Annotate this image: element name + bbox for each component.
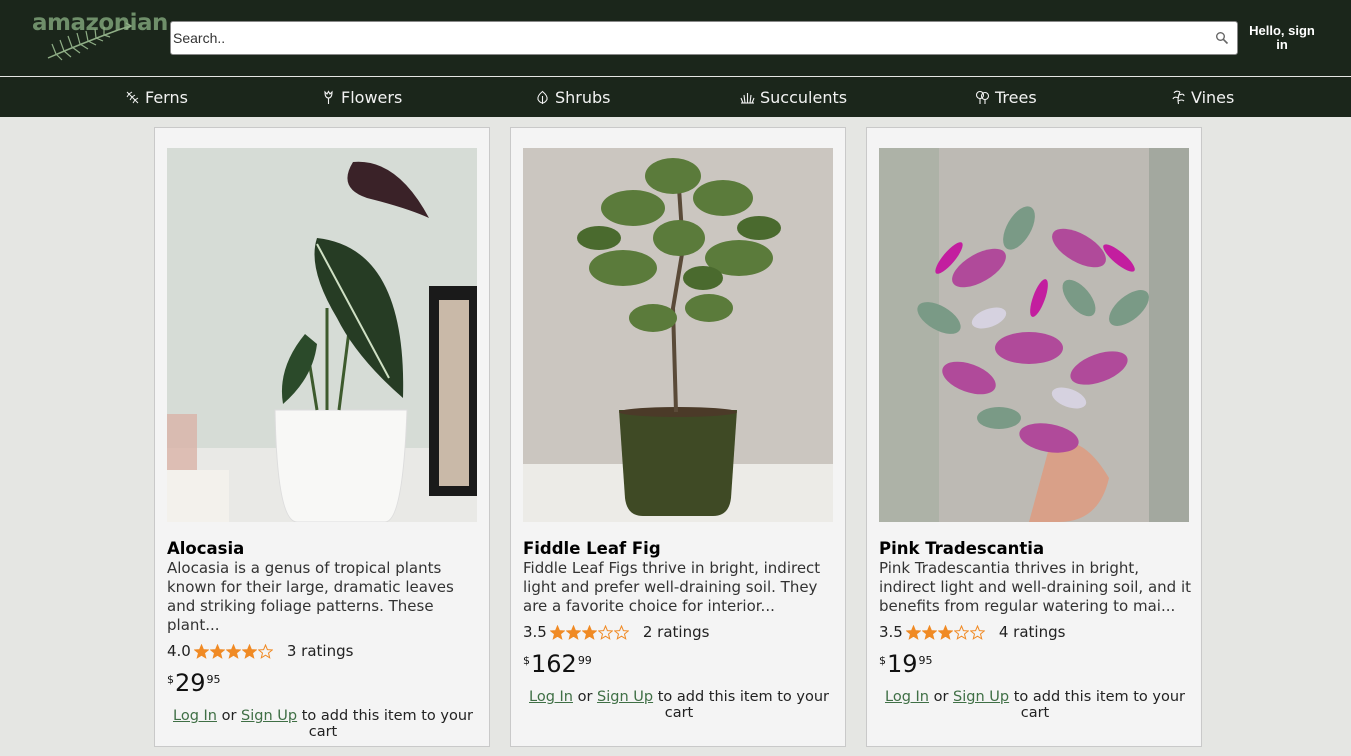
star-filled-icon [581, 624, 597, 640]
product-info: Pink Tradescantia Pink Tradescantia thri… [879, 538, 1191, 721]
category-label: Shrubs [555, 87, 611, 107]
cart-prompt: Log In or Sign Up to add this item to yo… [523, 689, 835, 721]
star-filled-icon [549, 624, 565, 640]
cart-prompt: Log In or Sign Up to add this item to yo… [167, 708, 479, 740]
product-card: Alocasia Alocasia is a genus of tropical… [154, 127, 490, 747]
product-price: $ 162 99 [523, 651, 835, 681]
product-info: Alocasia Alocasia is a genus of tropical… [167, 538, 479, 740]
star-filled-icon [905, 624, 921, 640]
price-fraction: 95 [918, 654, 933, 667]
cart-prompt-text: to add this item to your cart [301, 708, 473, 740]
or-text: or [577, 689, 593, 705]
fern-logo-icon [47, 22, 132, 61]
category-vines[interactable]: Vines [1171, 86, 1234, 108]
ratings-count[interactable]: 4 ratings [999, 623, 1066, 641]
search-box [170, 21, 1238, 55]
product-description: Fiddle Leaf Figs thrive in bright, indir… [523, 559, 821, 615]
search-input[interactable] [173, 22, 1203, 54]
price-whole: 29 [175, 669, 206, 697]
star-filled-icon [241, 643, 257, 659]
shrub-icon [537, 90, 548, 104]
product-description: Alocasia is a genus of tropical plants k… [167, 559, 454, 634]
login-link[interactable]: Log In [529, 689, 573, 705]
category-label: Vines [1191, 87, 1235, 107]
star-empty-icon [257, 643, 273, 659]
product-price: $ 29 95 [167, 670, 479, 700]
search-icon[interactable] [1215, 31, 1229, 45]
top-header: amazonian Hello, sign in [0, 0, 1351, 76]
product-title[interactable]: Alocasia [167, 538, 479, 559]
cart-prompt-text: to add this item to your cart [657, 689, 829, 721]
login-link[interactable]: Log In [173, 708, 217, 724]
product-title[interactable]: Fiddle Leaf Fig [523, 538, 835, 559]
star-filled-icon [225, 643, 241, 659]
star-empty-icon [613, 624, 629, 640]
star-empty-icon [969, 624, 985, 640]
product-description: Pink Tradescantia thrives in bright, ind… [879, 559, 1191, 615]
category-ferns[interactable]: Ferns [125, 86, 188, 108]
fern-icon [126, 91, 139, 103]
star-rating [905, 624, 985, 640]
star-rating [193, 643, 273, 659]
vine-icon [1172, 90, 1185, 104]
category-succulents[interactable]: Succulents [740, 86, 847, 108]
product-card: Pink Tradescantia Pink Tradescantia thri… [866, 127, 1202, 747]
rating-value: 4.0 [167, 642, 191, 660]
category-flowers[interactable]: Flowers [321, 86, 402, 108]
logo[interactable]: amazonian [28, 10, 168, 62]
price-currency: $ [167, 673, 174, 686]
signup-link[interactable]: Sign Up [953, 689, 1009, 705]
or-text: or [933, 689, 949, 705]
category-trees[interactable]: Trees [975, 86, 1037, 108]
cart-prompt: Log In or Sign Up to add this item to yo… [879, 689, 1191, 721]
product-image-alocasia[interactable] [167, 148, 477, 522]
login-link[interactable]: Log In [885, 689, 929, 705]
category-label: Succulents [760, 87, 848, 107]
price-fraction: 95 [206, 673, 221, 686]
star-rating [549, 624, 629, 640]
price-fraction: 99 [577, 654, 592, 667]
star-empty-icon [597, 624, 613, 640]
category-label: Ferns [145, 87, 188, 107]
product-card: Fiddle Leaf Fig Fiddle Leaf Figs thrive … [510, 127, 846, 747]
sign-in-link[interactable]: Hello, sign in [1246, 24, 1318, 52]
category-nav: Ferns Flowers Shrubs Succulents Trees Vi… [0, 77, 1351, 117]
cart-prompt-text: to add this item to your cart [1013, 689, 1185, 721]
signup-link[interactable]: Sign Up [597, 689, 653, 705]
product-image-pink-tradescantia[interactable] [879, 148, 1189, 522]
price-currency: $ [523, 654, 530, 667]
category-label: Trees [995, 87, 1037, 107]
rating-value: 3.5 [879, 623, 903, 641]
rating-row: 3.5 4 ratings [879, 623, 1191, 641]
ratings-count[interactable]: 2 ratings [643, 623, 710, 641]
price-currency: $ [879, 654, 886, 667]
tree-icon [975, 90, 990, 104]
product-image-fiddle-leaf-fig[interactable] [523, 148, 833, 522]
product-title[interactable]: Pink Tradescantia [879, 538, 1191, 559]
star-empty-icon [953, 624, 969, 640]
price-whole: 162 [531, 650, 577, 678]
rating-row: 3.5 2 ratings [523, 623, 835, 641]
star-filled-icon [193, 643, 209, 659]
star-filled-icon [921, 624, 937, 640]
product-info: Fiddle Leaf Fig Fiddle Leaf Figs thrive … [523, 538, 835, 721]
rating-row: 4.0 3 ratings [167, 642, 479, 660]
star-filled-icon [937, 624, 953, 640]
star-filled-icon [209, 643, 225, 659]
star-filled-icon [565, 624, 581, 640]
flower-icon [324, 89, 333, 104]
ratings-count[interactable]: 3 ratings [287, 642, 354, 660]
succulent-icon [740, 92, 755, 104]
signup-link[interactable]: Sign Up [241, 708, 297, 724]
product-price: $ 19 95 [879, 651, 1191, 681]
price-whole: 19 [887, 650, 918, 678]
or-text: or [221, 708, 237, 724]
category-label: Flowers [341, 87, 403, 107]
category-shrubs[interactable]: Shrubs [535, 86, 611, 108]
rating-value: 3.5 [523, 623, 547, 641]
